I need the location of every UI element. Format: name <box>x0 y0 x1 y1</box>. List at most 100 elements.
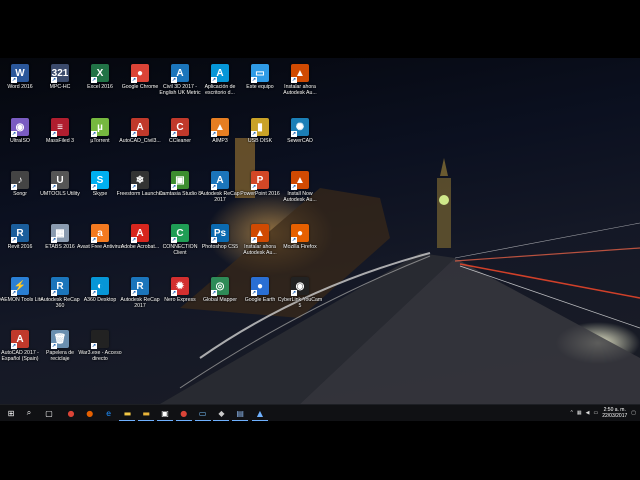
taskbar-app-icon[interactable]: ◆ <box>213 407 230 421</box>
shortcut-arrow-icon: ↗ <box>291 131 297 137</box>
desktop-icon[interactable]: A ↗ Adobe Acrobat... <box>120 222 160 274</box>
desktop-icon[interactable]: A ↗ Autodesk ReCap 2017 <box>200 169 240 221</box>
shortcut-arrow-icon: ↗ <box>211 184 217 190</box>
letterbox-bottom <box>0 421 640 480</box>
task-view-button[interactable]: ▢ <box>43 407 55 419</box>
connection-client-icon: C ↗ <box>171 224 189 243</box>
desktop-icon[interactable]: ♪ ↗ Songr <box>0 169 40 221</box>
desktop-icon[interactable]: ▲ ↗ Instalar ahora Autodesk Au... <box>240 222 280 274</box>
system-tray: ^ ▦ ◀ ▭ 2:50 a. m. 22/03/2017 ▢ <box>571 405 636 421</box>
search-icon: ⌕ <box>26 408 32 417</box>
taskbar-window-icon[interactable]: ▭ <box>194 407 211 421</box>
taskbar-firefox-icon[interactable]: ● <box>84 407 96 419</box>
taskbar-edge-icon[interactable]: e <box>103 407 115 419</box>
desktop-icon[interactable]: ● ↗ Google Earth <box>240 275 280 327</box>
start-button[interactable]: ⊞ <box>5 407 17 419</box>
desktop-icon[interactable]: ▭ ↗ Este equipo <box>240 62 280 114</box>
desktop-icon[interactable]: ⚡ ↗ DAEMON Tools Lite <box>0 275 43 327</box>
taskbar-explorer-icon[interactable]: ▬ <box>119 407 136 421</box>
notifications-icon[interactable]: ▢ <box>631 410 636 416</box>
desktop-icon[interactable]: ◉ ↗ CyberLink YouCam 5 <box>278 275 322 327</box>
desktop-icon[interactable]: X ↗ Excel 2016 <box>80 62 120 114</box>
cyberlink-youcam-icon: ◉ ↗ <box>291 277 309 296</box>
desktop-icon[interactable]: A ↗ Aplicación de escritorio d... <box>200 62 240 114</box>
desktop-icon[interactable]: µ ↗ µTorrent <box>80 116 120 168</box>
desktop-icon[interactable]: ● ↗ Google Chrome <box>120 62 160 114</box>
shortcut-arrow-icon: ↗ <box>251 237 257 243</box>
shortcut-arrow-icon: ↗ <box>11 131 17 137</box>
shortcut-arrow-icon: ↗ <box>171 237 177 243</box>
desktop-icon[interactable]: A ↗ AutoCAD_Civil3... <box>119 116 161 168</box>
desktop-icon[interactable]: ● ↗ Mozilla Firefox <box>280 222 320 274</box>
shortcut-arrow-icon: ↗ <box>51 184 57 190</box>
desktop-icon[interactable]: a ↗ Avast Free Antivirus <box>77 222 123 274</box>
desktop-icon[interactable]: 321 ↗ MPC-HC <box>40 62 80 114</box>
shortcut-arrow-icon: ↗ <box>11 184 17 190</box>
desktop-icon[interactable]: R ↗ Revit 2016 <box>0 222 40 274</box>
desktop-icon[interactable]: ↗ War3.exe - Acceso directo <box>78 328 122 380</box>
desktop-icon[interactable]: A ↗ Civil 3D 2017 - English UK Metric <box>159 62 201 114</box>
desktop-icon[interactable]: A ↗ AutoCAD 2017 - Español (Spain) <box>0 328 40 380</box>
ultraiso-icon: ◉ ↗ <box>11 118 29 137</box>
desktop-icon[interactable]: R ↗ Autodesk ReCap 360 <box>40 275 80 327</box>
shortcut-arrow-icon: ↗ <box>11 237 17 243</box>
desktop-icon[interactable]: ▦ ↗ ETABS 2016 <box>40 222 80 274</box>
shortcut-arrow-icon: ↗ <box>131 131 137 137</box>
screen: W ↗ Word 2016 321 ↗ MPC-HC X ↗ Excel 2016 ● ↗ Googl… <box>0 0 640 480</box>
network-icon[interactable]: ▦ <box>577 410 582 416</box>
desktop-icon[interactable]: ◎ ↗ Global Mapper <box>200 275 240 327</box>
shortcut-arrow-icon: ↗ <box>51 290 57 296</box>
shortcut-arrow-icon: ↗ <box>211 237 217 243</box>
desktop-icon[interactable]: ❄ ↗ Freestorm Launcher <box>117 169 163 221</box>
desktop-icon[interactable]: P ↗ PowerPoint 2016 <box>240 169 280 221</box>
desktop-icon[interactable]: C ↗ CCleaner <box>160 116 200 168</box>
taskbar-chrome-2-icon[interactable]: ● <box>175 407 192 421</box>
search-button[interactable]: ⌕ <box>23 407 35 419</box>
taskbar-store-icon[interactable]: ▣ <box>157 407 173 421</box>
desktop-icon[interactable]: ◐ ↗ A360 Desktop <box>80 275 120 327</box>
desktop-icon-label: Mozilla Firefox <box>283 244 317 250</box>
desktop-icon[interactable]: S ↗ Skype <box>80 169 120 221</box>
desktop-icon[interactable]: ✺ ↗ SewerCAD <box>280 116 320 168</box>
desktop-icon-label: Instalar ahora Autodesk Au... <box>283 84 317 96</box>
taskbar-folder-icon[interactable]: ▬ <box>138 407 155 421</box>
desktop-icon[interactable]: ▣ ↗ Camtasia Studio 8 <box>159 169 201 221</box>
civil-3d-icon: A ↗ <box>171 64 189 83</box>
desktop-icon[interactable]: ▲ ↗ AIMP3 <box>200 116 240 168</box>
desktop-icon[interactable]: ▮ ↗ USB DISK <box>240 116 280 168</box>
desktop-icon[interactable]: ▲ ↗ Install Now Autodesk Au... <box>280 169 320 221</box>
google-chrome-icon: ● ↗ <box>131 64 149 83</box>
taskbar-autodesk-icon[interactable]: ▲ <box>252 407 268 421</box>
desktop-icon[interactable]: U ↗ UMTOOLS Utility <box>40 169 80 221</box>
shortcut-arrow-icon: ↗ <box>51 343 57 349</box>
shortcut-arrow-icon: ↗ <box>11 290 17 296</box>
desktop-wallpaper[interactable]: W ↗ Word 2016 321 ↗ MPC-HC X ↗ Excel 2016 ● ↗ Googl… <box>0 58 640 404</box>
missfiled-icon: ≡ ↗ <box>51 118 69 137</box>
keyboard-icon[interactable]: ▭ <box>594 410 599 416</box>
desktop-icon-label: SewerCAD <box>287 138 313 144</box>
desktop-icon[interactable]: R ↗ Autodesk ReCap 2017 <box>120 275 160 327</box>
desktop-icon[interactable]: ≡ ↗ MassFiled 3 <box>40 116 80 168</box>
shortcut-arrow-icon: ↗ <box>11 343 17 349</box>
desktop-icon[interactable]: ✹ ↗ Nero Express <box>160 275 200 327</box>
desktop-icon[interactable]: C ↗ CONNECTION Client <box>160 222 200 274</box>
install-autodesk-icon: ▲ ↗ <box>291 64 309 83</box>
taskbar-clock[interactable]: 2:50 a. m. 22/03/2017 <box>602 407 627 419</box>
war3-shortcut-icon: ↗ <box>91 330 109 349</box>
task-view-icon: ▢ <box>45 408 53 418</box>
install-autodesk-2-icon: ▲ ↗ <box>251 224 269 243</box>
taskbar-chrome-icon[interactable]: ● <box>65 407 77 419</box>
volume-icon[interactable]: ◀ <box>586 410 590 416</box>
taskbar-revit-icon[interactable]: ▤ <box>232 407 249 421</box>
taskbar: ⊞ ⌕ ▢ ● ● e ▬ ▬ ▣ ● ▭ ◆ ▤ ▲ ^ ▦ ◀ ▭ 2:50 a. m. 22/… <box>0 404 640 421</box>
shortcut-arrow-icon: ↗ <box>211 77 217 83</box>
desktop-icon[interactable]: ◉ ↗ UltraISO <box>0 116 40 168</box>
desktop-icon[interactable]: 🗑 ↗ Papelera de reciclaje <box>40 328 80 380</box>
autodesk-recap-360-icon: R ↗ <box>51 277 69 296</box>
desktop-icon[interactable]: ▲ ↗ Instalar ahora Autodesk Au... <box>280 62 320 114</box>
desktop-icon[interactable]: W ↗ Word 2016 <box>0 62 40 114</box>
tray-chevron-icon[interactable]: ^ <box>571 410 573 416</box>
desktop-icon[interactable]: Ps ↗ Photoshop CS5 <box>200 222 240 274</box>
shortcut-arrow-icon: ↗ <box>211 131 217 137</box>
revit-icon: R ↗ <box>11 224 29 243</box>
